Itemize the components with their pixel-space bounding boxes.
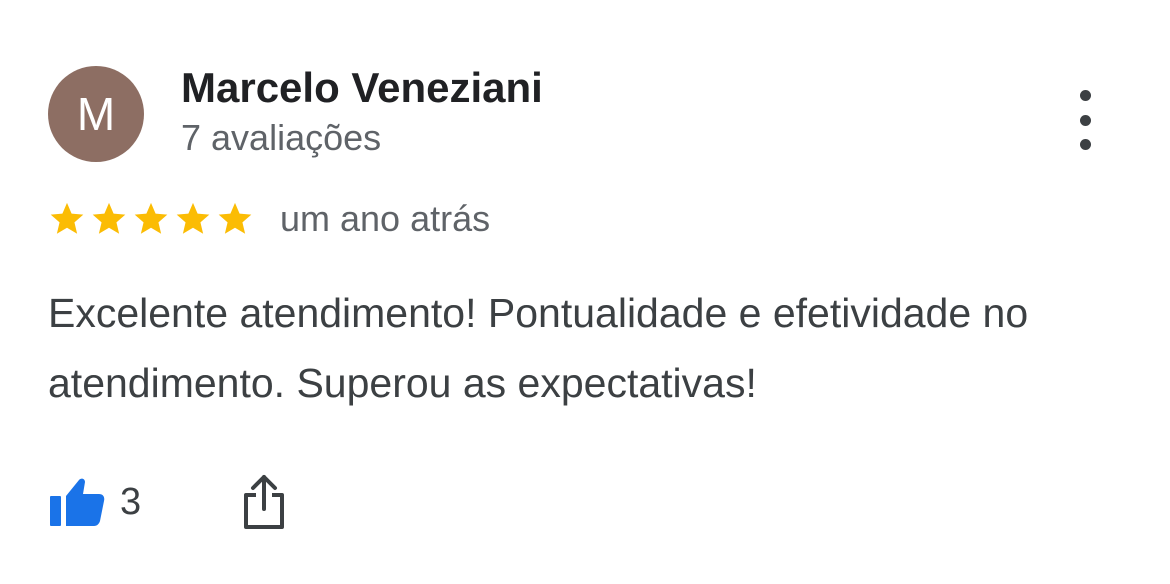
avatar-initial: M	[76, 88, 116, 140]
thumbs-up-icon	[50, 478, 105, 526]
star-icon	[50, 202, 84, 234]
share-icon	[244, 475, 285, 529]
like-button[interactable]: 3	[48, 474, 141, 530]
avatar[interactable]: M	[48, 66, 144, 162]
star-icon	[92, 202, 126, 234]
more-vert-icon	[1079, 90, 1091, 101]
star-icon	[218, 202, 252, 234]
more-vert-icon-dot	[1079, 139, 1091, 150]
star-icon	[176, 202, 210, 234]
star-icon	[134, 202, 168, 234]
share-button[interactable]	[241, 473, 287, 531]
more-vert-icon-dot	[1079, 114, 1091, 126]
review-card: M Marcelo Veneziani 7 avaliações um ano …	[0, 0, 1170, 584]
review-time: um ano atrás	[280, 198, 491, 239]
review-actions: 3	[48, 470, 287, 534]
star-rating	[48, 200, 258, 238]
review-text: Excelente atendimento! Pontualidade e ef…	[48, 290, 1029, 406]
like-count: 3	[120, 480, 142, 523]
rating-row: um ano atrás	[48, 196, 490, 242]
more-options-button[interactable]	[1062, 90, 1108, 150]
reviewer-review-count: 7 avaliações	[181, 117, 382, 158]
reviewer-name[interactable]: Marcelo Veneziani	[181, 64, 543, 112]
